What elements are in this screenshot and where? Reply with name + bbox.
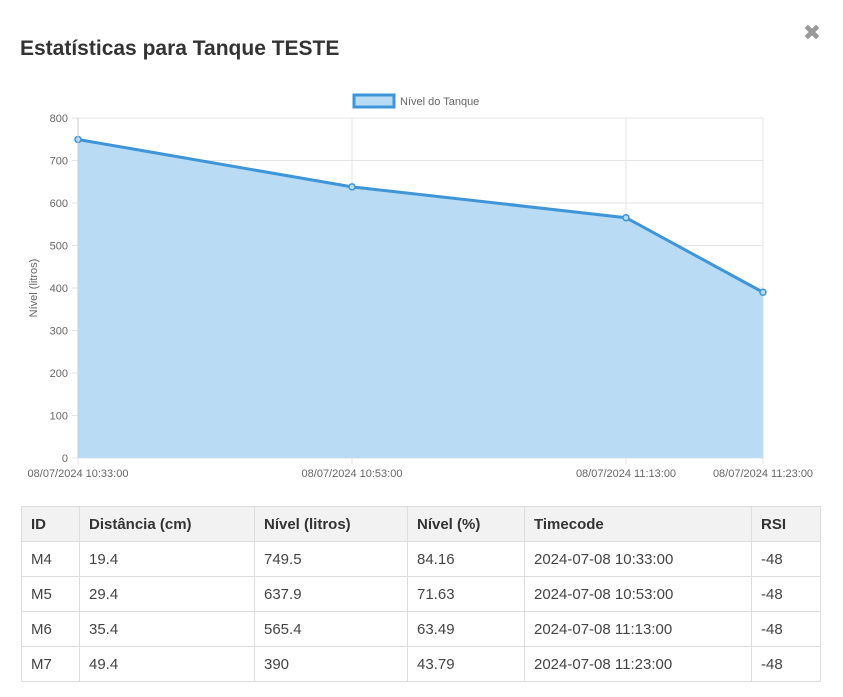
data-point: [759, 288, 767, 296]
cell-rsi: -48: [751, 576, 821, 612]
y-tick-label: 100: [50, 411, 68, 423]
y-tick-label: 600: [50, 198, 68, 210]
column-header-id: ID: [21, 506, 80, 542]
cell-id: M6: [21, 611, 80, 647]
cell-level-percent: 84.16: [407, 541, 525, 577]
cell-distance: 49.4: [79, 646, 255, 682]
statistics-modal: ✖ Estatísticas para Tanque TESTE 0 100 200…: [0, 0, 843, 697]
column-header-timecode: Timecode: [524, 506, 752, 542]
y-axis-title: Nível (litros): [28, 259, 40, 318]
column-header-distance: Distância (cm): [79, 506, 255, 542]
x-tick-label: 08/07/2024 11:23:00: [713, 468, 813, 480]
cell-rsi: -48: [751, 611, 821, 647]
chart-svg: 0 100 200 300 400 500 600 700 800 08/07/2024 10:3…: [28, 93, 813, 480]
legend-label: Nível do Tanque: [400, 96, 479, 108]
cell-id: M4: [21, 541, 80, 577]
cell-rsi: -48: [751, 646, 821, 682]
close-icon[interactable]: ✖: [801, 22, 823, 44]
cell-timecode: 2024-07-08 10:33:00: [524, 541, 752, 577]
cell-id: M5: [21, 576, 80, 612]
cell-id: M7: [21, 646, 80, 682]
y-tick-label: 300: [50, 326, 68, 338]
table-row: M7 49.4 390 43.79 2024-07-08 11:23:00 -4…: [21, 646, 821, 682]
cell-level-percent: 43.79: [407, 646, 525, 682]
column-header-rsi: RSI: [751, 506, 821, 542]
cell-level-percent: 63.49: [407, 611, 525, 647]
column-header-level-percent: Nível (%): [407, 506, 525, 542]
x-tick-label: 08/07/2024 11:13:00: [576, 468, 676, 480]
cell-rsi: -48: [751, 541, 821, 577]
y-tick-label: 400: [50, 283, 68, 295]
table-header-row: ID Distância (cm) Nível (litros) Nível (…: [21, 506, 821, 542]
y-tick-label: 0: [62, 453, 68, 465]
x-tick-label: 08/07/2024 10:53:00: [302, 468, 403, 480]
cell-distance: 35.4: [79, 611, 255, 647]
data-point: [348, 183, 356, 191]
cell-timecode: 2024-07-08 11:13:00: [524, 611, 752, 647]
modal-title: Estatísticas para Tanque TESTE: [20, 37, 340, 60]
table-row: M6 35.4 565.4 63.49 2024-07-08 11:13:00 …: [21, 611, 821, 647]
table-row: M5 29.4 637.9 71.63 2024-07-08 10:53:00 …: [21, 576, 821, 612]
data-point: [622, 213, 630, 222]
series-area-fill: [78, 139, 763, 458]
cell-level-percent: 71.63: [407, 576, 525, 612]
table-row: M4 19.4 749.5 84.16 2024-07-08 10:33:00 …: [21, 541, 821, 577]
tank-level-chart: 0 100 200 300 400 500 600 700 800 08/07/2024 10:3…: [0, 88, 843, 488]
cell-timecode: 2024-07-08 10:53:00: [524, 576, 752, 612]
y-tick-label: 500: [50, 241, 68, 253]
y-tick-label: 800: [50, 113, 68, 125]
column-header-level-liters: Nível (litros): [254, 506, 408, 542]
y-tick-label: 200: [50, 368, 68, 380]
cell-level-liters: 749.5: [254, 541, 408, 577]
cell-level-liters: 390: [254, 646, 408, 682]
cell-distance: 19.4: [79, 541, 255, 577]
cell-level-liters: 637.9: [254, 576, 408, 612]
y-tick-label: 700: [50, 156, 68, 168]
legend-swatch: [352, 93, 396, 109]
x-tick-label: 08/07/2024 10:33:00: [28, 468, 129, 480]
cell-level-liters: 565.4: [254, 611, 408, 647]
cell-timecode: 2024-07-08 11:23:00: [524, 646, 752, 682]
cell-distance: 29.4: [79, 576, 255, 612]
measurements-table: ID Distância (cm) Nível (litros) Nível (…: [21, 506, 821, 682]
